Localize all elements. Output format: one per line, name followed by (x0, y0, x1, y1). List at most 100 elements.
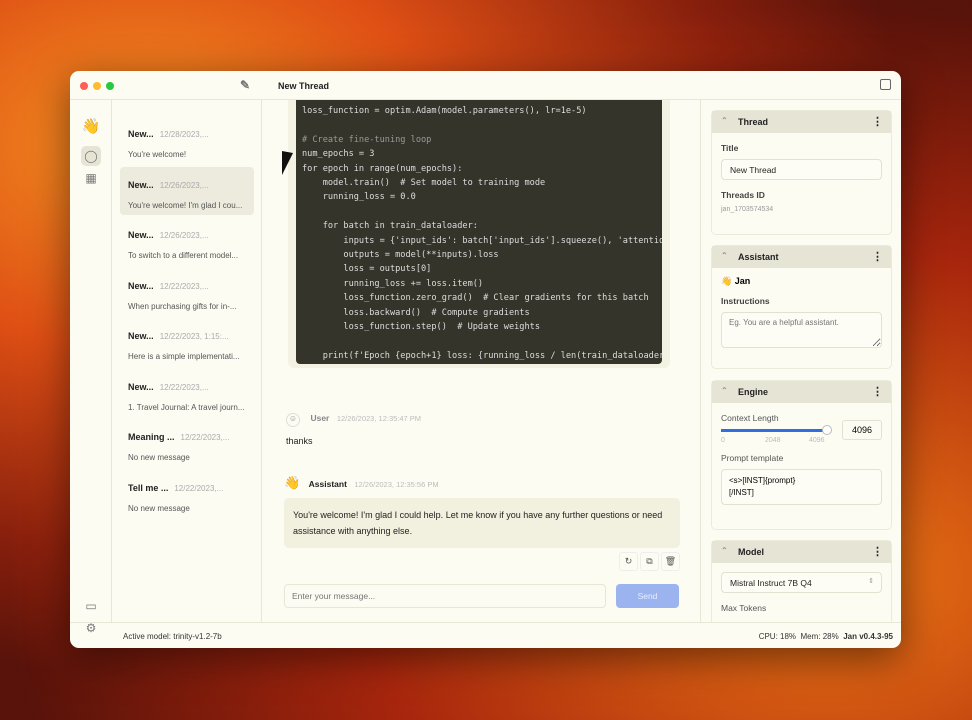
thread-item[interactable]: New... 12/28/2023,... You're welcome! (120, 116, 254, 164)
settings-panel: ⌃ Thread ⋮ Title New Thread Threads ID jan… (700, 100, 901, 622)
assistant-card-header[interactable]: ⌃ Assistant ⋮ (712, 246, 891, 268)
model-selected: Mistral Instruct 7B Q4 (730, 578, 812, 588)
active-model: Active model: trinity-v1.2-7b (123, 632, 222, 641)
title-label: Title (721, 143, 739, 153)
delete-icon[interactable]: 🗑 (661, 552, 680, 571)
code-line: # Create fine-tuning loop (302, 134, 432, 145)
code-line: loss = outputs[0] (302, 264, 432, 275)
thread-item[interactable]: Tell me ... 12/22/2023,... No new message (120, 470, 254, 518)
thread-item[interactable]: New... 12/22/2023, 1:15:... Here is a simp… (120, 318, 254, 366)
message-author: User (310, 413, 330, 423)
message-input[interactable] (284, 584, 606, 608)
send-button[interactable]: Send (616, 584, 679, 608)
model-card: ⌃ Model ⋮ Mistral Instruct 7B Q4 ⇕ Max Toke… (711, 540, 892, 622)
code-block: loss_function = optim.Adam(model.paramet… (296, 100, 662, 364)
hub-grid-icon[interactable]: ▦ (81, 168, 101, 188)
maximize-window-button[interactable] (106, 82, 114, 90)
thread-name: New... (128, 230, 154, 240)
code-line: inputs = {'input_ids': batch['input_ids'… (302, 235, 662, 246)
more-options-icon[interactable]: ⋮ (872, 545, 883, 558)
regenerate-icon[interactable]: ↻ (619, 552, 638, 571)
code-line: model.train() # Set model to training mo… (302, 178, 546, 189)
code-line: num_epochs = 3 (302, 149, 375, 160)
card-title: Thread (738, 117, 769, 127)
system-monitor-icon[interactable]: ▭ (81, 596, 101, 616)
code-line: loss.backward() # Compute gradients (302, 307, 530, 318)
thread-name: Meaning ... (128, 432, 175, 442)
context-length-slider[interactable]: 0 2048 4096 4096 (712, 420, 891, 449)
code-block-message: loss_function = optim.Adam(model.paramet… (288, 100, 670, 368)
instructions-textarea[interactable] (721, 312, 882, 348)
app-window: ✎ New Thread 👋 ◯ ▦ ▭ ⚙ New... 12/28/2023,… (70, 71, 901, 648)
thread-date: 12/22/2023,... (159, 382, 209, 392)
thread-card-header[interactable]: ⌃ Thread ⋮ (712, 111, 891, 133)
message-text: You're welcome! I'm glad I could help. L… (284, 498, 680, 548)
assistant-avatar-icon: 👋 (284, 475, 301, 490)
chat-area: loss_function = optim.Adam(model.paramet… (262, 100, 700, 622)
thread-date: 12/22/2023,... (159, 281, 209, 291)
toggle-panel-icon[interactable] (880, 79, 891, 90)
thread-item[interactable]: New... 12/22/2023,... 1. Travel Journal: A… (120, 369, 254, 417)
minimize-window-button[interactable] (93, 82, 101, 90)
thread-name: New... (128, 179, 154, 190)
close-window-button[interactable] (80, 82, 88, 90)
thread-list: New... 12/28/2023,... You're welcome! New..… (112, 100, 262, 622)
card-title: Model (738, 547, 764, 557)
thread-name: New... (128, 331, 154, 341)
message-time: 12/26/2023, 12:35:56 PM (354, 480, 439, 489)
title-bar: ✎ New Thread (70, 71, 901, 100)
slider-tick: 2048 (765, 437, 781, 444)
thread-item[interactable]: Meaning ... 12/22/2023,... No new message (120, 419, 254, 467)
engine-card-header[interactable]: ⌃ Engine ⋮ (712, 381, 891, 403)
message-actions: ↻ ⧉ 🗑 (619, 552, 680, 571)
thread-preview: You're welcome! (128, 150, 187, 159)
thread-item[interactable]: New... 12/22/2023,... When purchasing gift… (120, 268, 254, 316)
message-time: 12/26/2023, 12:35:47 PM (336, 414, 422, 423)
context-length-input[interactable]: 4096 (842, 420, 882, 440)
engine-card: ⌃ Engine ⋮ Context Length 0 2048 4096 4096… (711, 380, 892, 530)
thread-name: New... (128, 129, 154, 139)
code-line: loss_function.step() # Update weights (302, 322, 540, 333)
slider-tick: 0 (721, 437, 725, 444)
thread-date: 12/28/2023,... (159, 130, 209, 139)
slider-thumb[interactable] (822, 425, 832, 435)
mem-usage: Mem: 28% (800, 632, 839, 641)
thread-name: New... (128, 280, 154, 291)
status-bar: Active model: trinity-v1.2-7b CPU: 18% M… (70, 622, 901, 648)
thread-name: New... (128, 381, 154, 392)
thread-item[interactable]: New... 12/26/2023,... To switch to a diffe… (120, 217, 254, 265)
more-options-icon[interactable]: ⋮ (872, 115, 883, 128)
chevron-up-icon: ⌃ (721, 546, 728, 555)
prompt-template-textarea[interactable]: <s>[INST]{prompt} [/INST] (721, 469, 882, 505)
more-options-icon[interactable]: ⋮ (872, 385, 883, 398)
instructions-label: Instructions (721, 296, 770, 306)
slider-fill (721, 429, 827, 432)
model-select[interactable]: Mistral Instruct 7B Q4 ⇕ (721, 572, 882, 593)
chat-icon[interactable]: ◯ (81, 146, 101, 166)
thread-title-input[interactable]: New Thread (721, 159, 882, 180)
thread-date: 12/22/2023, 1:15:... (159, 332, 229, 341)
thread-item[interactable]: New... 12/26/2023,... You're welcome! I'm … (120, 166, 254, 215)
assistant-card: ⌃ Assistant ⋮ 👋 Jan Instructions (711, 245, 892, 369)
new-thread-icon[interactable]: ✎ (240, 78, 250, 92)
chevron-up-icon: ⌃ (721, 386, 728, 395)
copy-icon[interactable]: ⧉ (640, 552, 659, 571)
thread-date: 12/26/2023,... (159, 231, 209, 240)
app-version: Jan v0.4.3-95 (843, 632, 893, 641)
model-card-header[interactable]: ⌃ Model ⋮ (712, 541, 891, 563)
more-options-icon[interactable]: ⋮ (872, 250, 883, 263)
thread-preview: 1. Travel Journal: A travel journ... (128, 402, 245, 412)
code-line: loss_function = optim.Adam(model.paramet… (302, 106, 587, 116)
message-author: Assistant (308, 479, 347, 489)
assistant-avatar-icon: 👋 (721, 276, 733, 286)
code-line: outputs = model(**inputs).loss (302, 250, 499, 261)
thread-date: 12/22/2023,... (180, 433, 230, 442)
code-line: running_loss = 0.0 (302, 192, 416, 203)
max-tokens-label: Max Tokens (721, 603, 767, 613)
thread-card: ⌃ Thread ⋮ Title New Thread Threads ID jan… (711, 110, 892, 235)
thread-date: 12/26/2023,... (159, 180, 209, 190)
window-title: New Thread (278, 81, 330, 91)
message-text: thanks (286, 436, 313, 446)
